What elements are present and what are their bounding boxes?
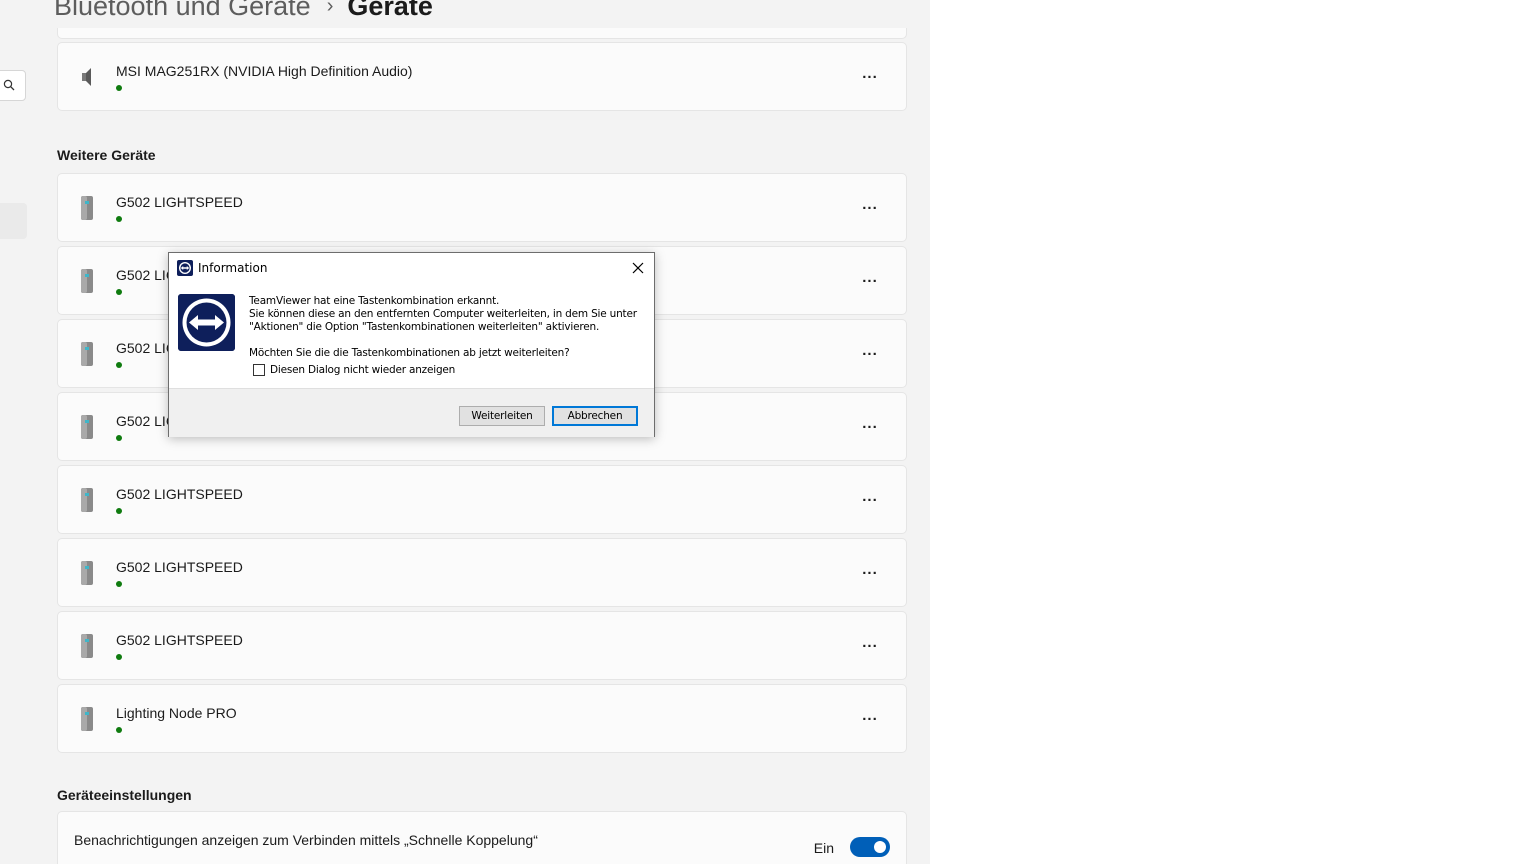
device-icon (81, 342, 93, 366)
dialog-title: Information (198, 261, 268, 275)
breadcrumb-parent[interactable]: Bluetooth und Geräte (54, 0, 311, 22)
search-icon (3, 79, 15, 91)
device-name: G502 LIGHTSPEED (116, 486, 243, 502)
section-title-device-settings: Geräteeinstellungen (57, 787, 192, 803)
device-name: G502 LIGHTSPEED (116, 632, 243, 648)
status-dot (116, 362, 122, 368)
device-icon (81, 488, 93, 512)
audio-device-card[interactable]: MSI MAG251RX (NVIDIA High Definition Aud… (57, 42, 907, 111)
close-icon[interactable] (628, 258, 648, 278)
device-card[interactable]: G502 LIGHTSPEED... (57, 173, 907, 242)
device-card[interactable]: G502 LIGHTSPEED... (57, 538, 907, 607)
dialog-titlebar[interactable]: Information (169, 253, 654, 283)
breadcrumb: Bluetooth und Geräte › Geräte (54, 0, 433, 26)
cancel-button[interactable]: Abbrechen (552, 406, 638, 426)
device-icon (81, 561, 93, 585)
more-options-button[interactable]: ... (854, 65, 886, 89)
dialog-message-line: Sie können diese an den entfernten Compu… (249, 308, 637, 320)
page-title: Geräte (347, 0, 433, 21)
device-name: G502 LIGHTSPEED (116, 559, 243, 575)
status-dot (116, 727, 122, 733)
more-options-button[interactable]: ... (854, 269, 886, 293)
more-options-button[interactable]: ... (854, 707, 886, 731)
status-dot (116, 581, 122, 587)
section-title-other-devices: Weitere Geräte (57, 147, 156, 163)
device-icon (81, 415, 93, 439)
teamviewer-logo-icon (178, 294, 235, 351)
dont-show-again-checkbox[interactable] (253, 364, 265, 376)
status-dot (116, 85, 122, 91)
dialog-message-line: TeamViewer hat eine Tastenkombination er… (249, 295, 500, 307)
teamviewer-icon (177, 260, 193, 276)
more-options-button[interactable]: ... (854, 488, 886, 512)
toggle-knob (874, 841, 886, 853)
device-name: MSI MAG251RX (NVIDIA High Definition Aud… (116, 63, 413, 79)
device-name: G502 LIGHTSPEED (116, 194, 243, 210)
device-icon (81, 269, 93, 293)
status-dot (116, 654, 122, 660)
checkbox-label[interactable]: Diesen Dialog nicht wieder anzeigen (270, 364, 455, 376)
device-icon (81, 707, 93, 731)
more-options-button[interactable]: ... (854, 634, 886, 658)
sidebar-search-box[interactable] (0, 70, 26, 101)
status-dot (116, 216, 122, 222)
breadcrumb-separator: › (326, 0, 334, 17)
device-name: Lighting Node PRO (116, 705, 237, 721)
more-options-button[interactable]: ... (854, 561, 886, 585)
device-card[interactable]: Lighting Node PRO... (57, 684, 907, 753)
dialog-message: TeamViewer hat eine Tastenkombination er… (249, 295, 637, 334)
more-options-button[interactable]: ... (854, 196, 886, 220)
swift-pair-setting-card: Benachrichtigungen anzeigen zum Verbinde… (57, 811, 907, 864)
dialog-footer: Weiterleiten Abbrechen (169, 388, 654, 437)
device-card[interactable]: G502 LIGHTSPEED... (57, 465, 907, 534)
forward-button[interactable]: Weiterleiten (459, 406, 545, 426)
dialog-message-line: "Aktionen" die Option "Tastenkombination… (249, 321, 600, 333)
device-card[interactable]: G502 LIGHTSPEED... (57, 611, 907, 680)
dialog-question: Möchten Sie die die Tastenkombinationen … (249, 347, 570, 359)
device-icon (81, 634, 93, 658)
teamviewer-info-dialog: Information TeamViewer hat eine Tastenko… (168, 252, 655, 437)
device-icon (81, 196, 93, 220)
speaker-icon (82, 68, 91, 86)
status-dot (116, 508, 122, 514)
previous-card-edge (57, 28, 907, 39)
more-options-button[interactable]: ... (854, 415, 886, 439)
dont-show-again-row[interactable]: Diesen Dialog nicht wieder anzeigen (253, 363, 455, 377)
swift-pair-toggle[interactable] (850, 837, 890, 857)
sidebar-item-selected[interactable] (0, 203, 27, 239)
more-options-button[interactable]: ... (854, 342, 886, 366)
status-dot (116, 289, 122, 295)
setting-label: Benachrichtigungen anzeigen zum Verbinde… (74, 832, 538, 848)
toggle-state-text: Ein (813, 840, 834, 856)
status-dot (116, 435, 122, 441)
